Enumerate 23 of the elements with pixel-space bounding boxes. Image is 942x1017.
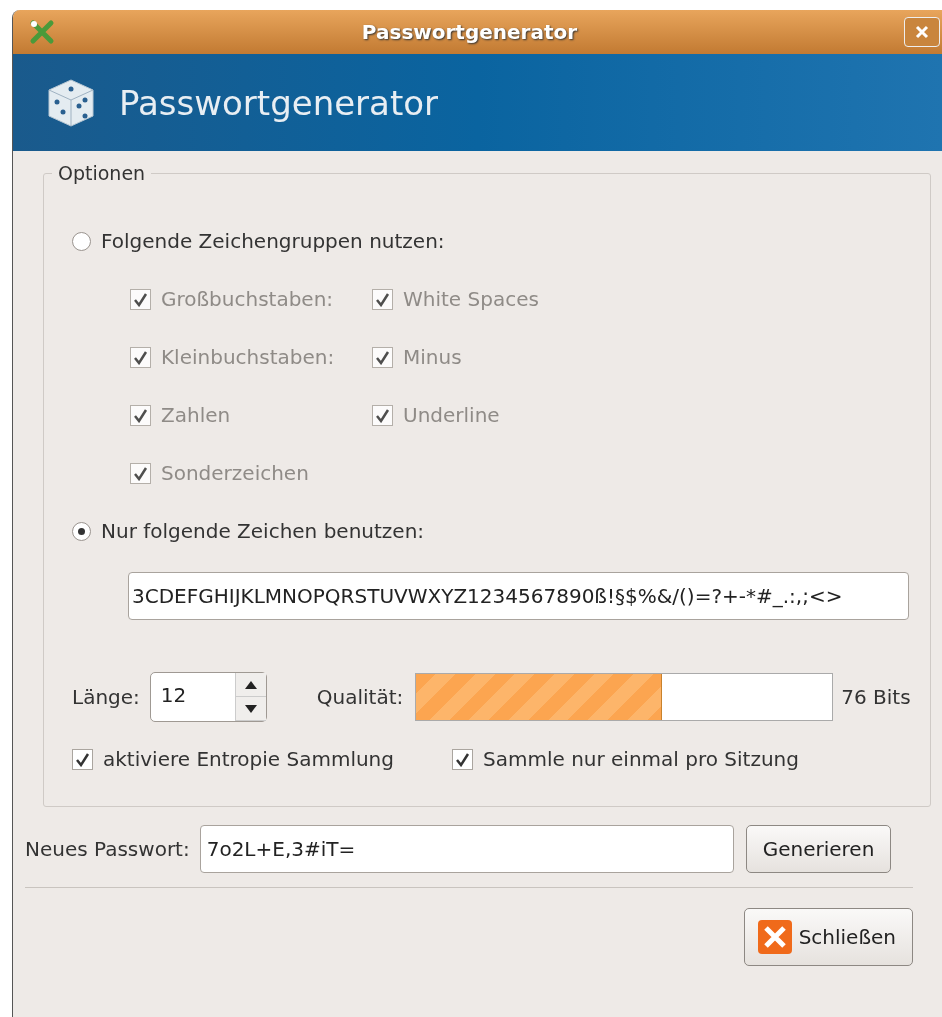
radio-label: Folgende Zeichengruppen nutzen:: [101, 229, 445, 253]
checkbox-label: aktiviere Entropie Sammlung: [103, 747, 394, 771]
checkbox-label: Sammle nur einmal pro Sitzung: [483, 747, 799, 771]
checkbox-label: White Spaces: [403, 287, 539, 311]
quality-label: Qualität:: [316, 685, 404, 709]
checkbox-label: Großbuchstaben:: [161, 287, 334, 311]
header-title: Passwortgenerator: [119, 82, 439, 123]
radio-label: Nur folgende Zeichen benutzen:: [101, 519, 425, 543]
password-label: Neues Passwort:: [25, 837, 190, 861]
checkbox-label: Minus: [403, 345, 462, 369]
close-dialog-button[interactable]: Schließen: [743, 908, 913, 966]
password-field[interactable]: 7o2L+E,3#iT=: [199, 825, 734, 873]
group-legend: Optionen: [52, 162, 152, 184]
checkbox-label: Zahlen: [161, 403, 231, 427]
length-label: Länge:: [72, 685, 140, 709]
checkbox-label: Sonderzeichen: [161, 461, 309, 485]
quality-reading: 76 Bits: [841, 685, 911, 709]
checkbox-label: Kleinbuchstaben:: [161, 345, 335, 369]
length-spinbox[interactable]: 12: [149, 672, 267, 722]
window-title: Passwortgenerator: [360, 20, 579, 44]
characters-field[interactable]: 3CDEFGHIJKLMNOPQRSTUVWXYZ1234567890ß!§$%&/()=?+-*#_.:,;<>: [128, 572, 909, 620]
checkbox-label: Underline: [403, 403, 500, 427]
generate-button[interactable]: Generieren: [745, 825, 892, 873]
